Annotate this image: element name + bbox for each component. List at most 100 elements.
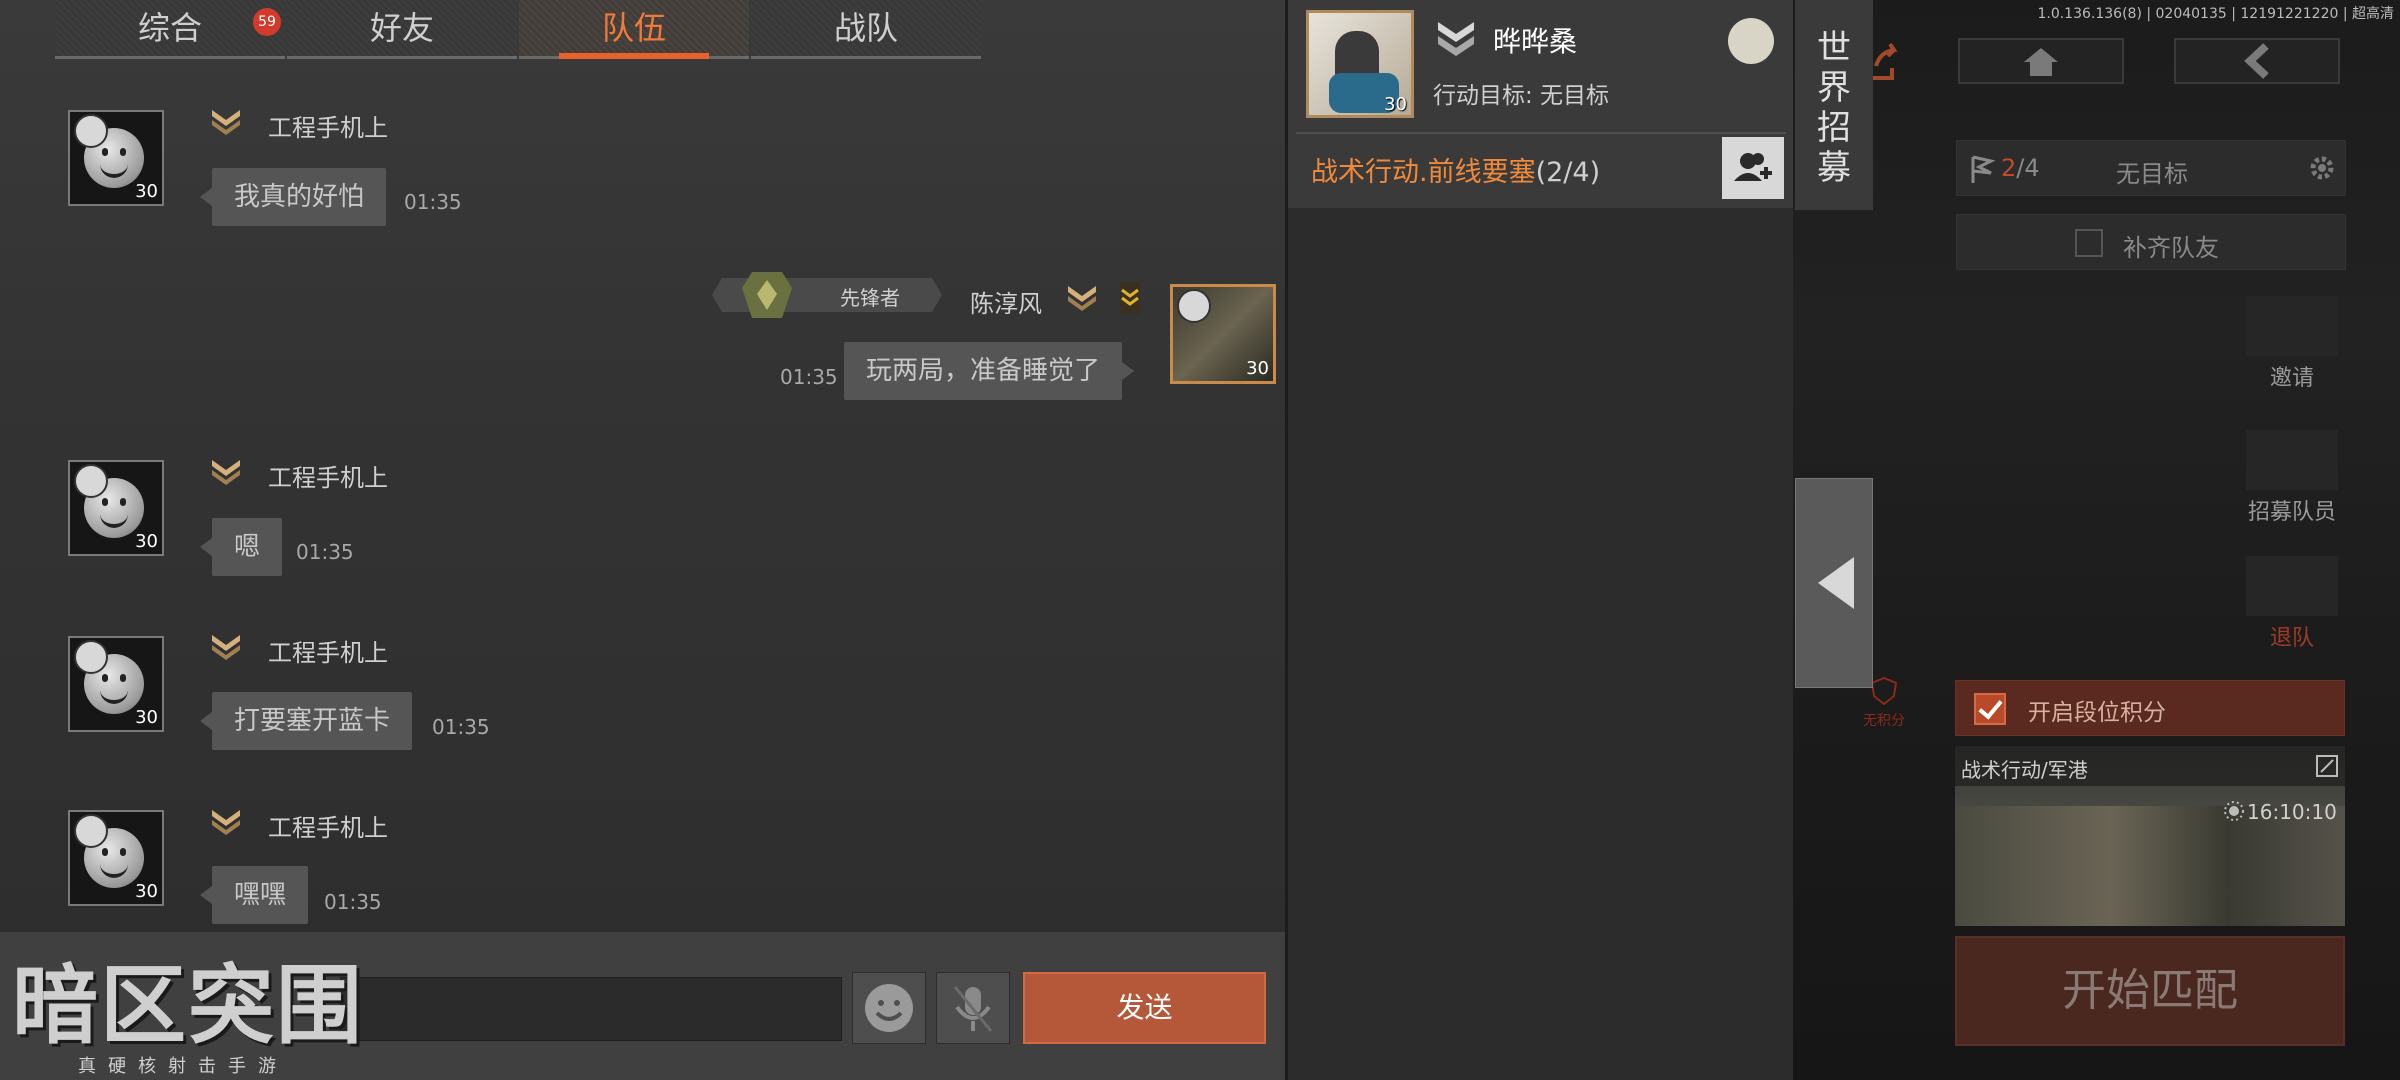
logo-subtitle: 真硬核射击手游 — [78, 1056, 288, 1077]
avatar-level: 30 — [135, 531, 158, 552]
team-mission: 战术行动.前线要塞(2/4) — [1311, 150, 1600, 189]
back-arrow-icon — [2244, 43, 2269, 79]
game-logo: 暗区突围 真硬核射击手游 — [12, 956, 364, 1077]
map-name: 战术行动/军港 — [1961, 758, 2088, 782]
add-user-icon — [2246, 296, 2338, 356]
microphone-icon — [953, 986, 993, 1032]
sender-avatar[interactable]: 30 — [68, 460, 164, 556]
emoji-icon — [865, 984, 913, 1032]
avatar-level: 30 — [135, 707, 158, 728]
back-button[interactable] — [2174, 38, 2340, 84]
title-banner-icon — [712, 272, 942, 318]
home-icon — [2024, 48, 2058, 76]
tab-general[interactable]: 综合 59 — [55, 0, 285, 59]
tab-general-label: 综合 — [137, 9, 202, 47]
send-button[interactable]: 发送 — [1023, 972, 1266, 1044]
rank-chevron-icon — [1438, 22, 1474, 56]
recruit-member-label: 招募队员 — [2247, 500, 2336, 525]
tab-friends-label: 好友 — [369, 9, 434, 47]
tab-team[interactable]: 队伍 — [519, 0, 749, 59]
unread-badge: 59 — [253, 8, 281, 36]
message-bubble: 我真的好怕 — [199, 168, 387, 226]
mission-name: 战术行动.前线要塞 — [1311, 157, 1536, 188]
world-recruit-button[interactable]: 世界招募 — [1795, 0, 1873, 210]
sender-name[interactable]: 陈淳风 — [970, 284, 1042, 319]
sender-avatar[interactable]: 30 — [68, 810, 164, 906]
team-info-row: 2/4 无目标 — [1956, 140, 2346, 196]
expand-icon[interactable] — [2315, 754, 2339, 778]
leave-team-button[interactable]: 退队 — [2246, 556, 2338, 652]
tab-team-label: 队伍 — [601, 9, 666, 47]
sender-name[interactable]: 工程手机上 — [268, 633, 388, 668]
team-leader-avatar[interactable]: 30 — [1306, 10, 1414, 118]
join-team-button[interactable] — [1722, 137, 1784, 199]
rank-chevron-icon — [212, 635, 240, 660]
message-bubble: 打要塞开蓝卡 — [199, 692, 413, 750]
rank-score-toggle[interactable]: 开启段位积分 — [1955, 680, 2345, 736]
team-panel: 30 晔晔桑 行动目标: 无目标 战术行动.前线要塞(2/4) — [1285, 0, 1793, 1080]
shield-icon — [1870, 676, 1898, 706]
tab-clan[interactable]: 战队 — [751, 0, 981, 59]
message-bubble: 嗯 — [199, 518, 283, 576]
message-time: 01:35 — [296, 540, 354, 564]
map-time: 16:10:10 — [2247, 800, 2337, 824]
exit-icon — [2246, 556, 2338, 616]
avatar-level: 30 — [135, 881, 158, 902]
tab-friends[interactable]: 好友 — [287, 0, 517, 59]
rank-chevron-icon — [1068, 286, 1096, 311]
badge-ring-icon — [74, 640, 108, 674]
goal-text: 无目标 — [2116, 160, 2188, 188]
rank-score-checkbox[interactable] — [1974, 693, 2006, 725]
rank-chevron-icon — [212, 460, 240, 485]
voice-button[interactable] — [936, 972, 1010, 1044]
gear-icon[interactable] — [2309, 155, 2335, 181]
sun-icon — [2224, 801, 2244, 821]
mission-count: (2/4) — [1535, 157, 1601, 188]
sender-name[interactable]: 工程手机上 — [268, 808, 388, 843]
divider — [1296, 132, 1786, 134]
chat-input[interactable] — [340, 977, 842, 1041]
fill-team-row[interactable]: 补齐队友 — [1956, 214, 2346, 270]
player-title: 先锋者 — [840, 286, 900, 310]
no-score-label: 无积分 — [1863, 713, 1905, 729]
sender-name[interactable]: 工程手机上 — [268, 108, 388, 143]
world-recruit-label: 世界招募 — [1817, 28, 1851, 188]
map-card[interactable]: 战术行动/军港 16:10:10 — [1955, 746, 2345, 926]
team-leader-name[interactable]: 晔晔桑 — [1493, 20, 1577, 60]
message-bubble: 玩两局，准备睡觉了 — [844, 342, 1135, 400]
flag-icon — [2246, 430, 2338, 490]
team-card: 30 晔晔桑 行动目标: 无目标 战术行动.前线要塞(2/4) — [1288, 0, 1793, 208]
fill-team-checkbox[interactable] — [2075, 229, 2103, 257]
badge-ring-icon — [74, 114, 108, 148]
fill-team-label: 补齐队友 — [2123, 234, 2219, 262]
sender-name[interactable]: 工程手机上 — [268, 458, 388, 493]
avatar-level: 30 — [1246, 358, 1269, 379]
rank-score-label: 开启段位积分 — [2028, 700, 2166, 726]
home-button[interactable] — [1958, 38, 2124, 84]
recruit-member-button[interactable]: 招募队员 — [2246, 430, 2338, 526]
start-match-button[interactable]: 开始匹配 — [1955, 936, 2345, 1046]
invite-label: 邀请 — [2269, 366, 2314, 391]
message-time: 01:35 — [432, 715, 490, 739]
leave-label: 退队 — [2269, 626, 2314, 651]
message-time: 01:35 — [324, 890, 382, 914]
team-goal: 行动目标: 无目标 — [1433, 83, 1610, 109]
map-preview-image — [1955, 806, 2345, 926]
avatar-level: 30 — [135, 181, 158, 202]
rank-chevron-icon — [212, 810, 240, 835]
chat-panel: 综合 59 好友 队伍 战队 30 工程手机上 我真的好怕 01:35 先锋者 … — [0, 0, 1285, 1080]
sender-avatar[interactable]: 30 — [68, 110, 164, 206]
rank-chevron-icon — [212, 110, 240, 135]
message-time: 01:35 — [780, 365, 838, 389]
badge-ring-icon — [74, 814, 108, 848]
self-avatar[interactable]: 30 — [1170, 284, 1276, 384]
invite-button[interactable]: 邀请 — [2246, 296, 2338, 392]
version-text: 1.0.136.136(8) | 02040135 | 12191221220 … — [2037, 6, 2394, 22]
emoji-button[interactable] — [852, 972, 926, 1044]
sender-avatar[interactable]: 30 — [68, 636, 164, 732]
logo-title: 暗区突围 — [12, 956, 364, 1056]
chat-tabs: 综合 59 好友 队伍 战队 — [55, 0, 983, 60]
badge-ring-icon — [74, 464, 108, 498]
military-rank-icon — [1120, 282, 1140, 314]
collapse-panel-button[interactable] — [1795, 478, 1873, 688]
